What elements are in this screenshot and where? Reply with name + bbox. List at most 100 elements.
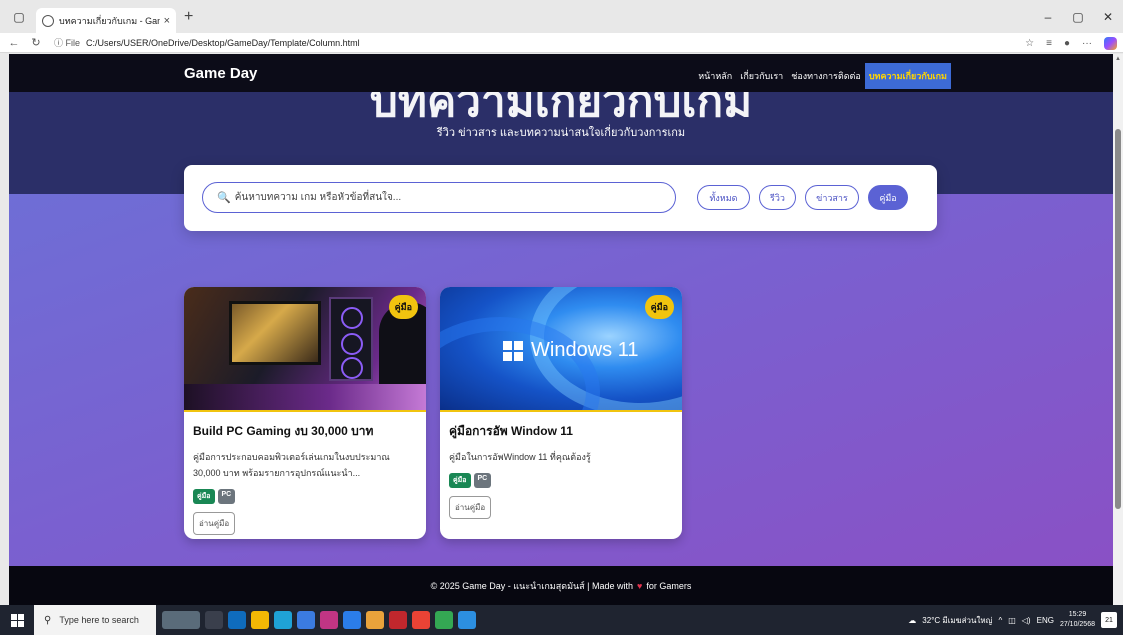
search-icon: 🔍 <box>217 192 231 204</box>
tag: คู่มือ <box>449 473 471 488</box>
window-controls: – ▢ ✕ <box>1033 0 1123 33</box>
start-button[interactable] <box>0 605 34 635</box>
restore-button[interactable]: ▢ <box>1063 10 1093 24</box>
chrome-icon[interactable] <box>435 611 453 629</box>
read-guide-button[interactable]: อ่านคู่มือ <box>449 496 492 519</box>
task-view-icon[interactable] <box>205 611 223 629</box>
favorite-star-icon[interactable]: ☆ <box>1025 38 1034 49</box>
app-icon[interactable] <box>366 611 384 629</box>
nav-link-home[interactable]: หน้าหลัก <box>694 65 736 87</box>
tag: PC <box>473 473 492 488</box>
site-footer: © 2025 Game Day - แนะนำเกมสุดมันส์ | Mad… <box>9 566 1113 605</box>
search-icon: ⚲ <box>44 614 52 626</box>
weather-icon[interactable]: ☁ <box>908 616 916 625</box>
card-tags: คู่มือ PC <box>193 489 417 504</box>
os-taskbar: ⚲ Type here to search ☁ 32°C มีเมฆส่วนให… <box>0 605 1123 635</box>
scrollbar-thumb[interactable] <box>1115 129 1121 509</box>
app-icon[interactable] <box>389 611 407 629</box>
filter-all[interactable]: ทั้งหมด <box>697 185 750 210</box>
refresh-icon[interactable]: ↻ <box>28 36 44 49</box>
widget-icon[interactable] <box>162 611 200 629</box>
filter-review[interactable]: รีวิว <box>759 185 796 210</box>
more-menu-icon[interactable]: ··· <box>1082 38 1092 49</box>
site-brand[interactable]: Game Day <box>184 65 257 82</box>
nav-link-contact[interactable]: ช่องทางการติดต่อ <box>787 65 865 87</box>
search-placeholder: ค้นหาบทความ เกม หรือหัวข้อที่สนใจ... <box>234 192 402 203</box>
tab-title: บทความเกี่ยวกับเกม - Game Day <box>59 15 160 26</box>
minimize-button[interactable]: – <box>1033 10 1063 24</box>
article-card[interactable]: คู่มือ Build PC Gaming งบ 30,000 บาท คู่… <box>184 287 426 539</box>
app-icon[interactable] <box>343 611 361 629</box>
search-input[interactable]: 🔍 ค้นหาบทความ เกม หรือหัวข้อที่สนใจ... <box>202 182 676 213</box>
read-guide-button[interactable]: อ่านคู่มือ <box>193 512 236 535</box>
nav-link-about[interactable]: เกี่ยวกับเรา <box>736 65 787 87</box>
vscode-icon[interactable] <box>458 611 476 629</box>
pc-gaming-image: คู่มือ <box>184 287 426 412</box>
nav-link-articles[interactable]: บทความเกี่ยวกับเกม <box>864 63 951 89</box>
tab-actions-icon[interactable]: ▢ <box>8 6 30 28</box>
instagram-icon[interactable] <box>320 611 338 629</box>
system-tray: ☁ 32°C มีเมฆส่วนใหญ่ ^ ◫ ◁) ENG 15:29 27… <box>908 605 1123 635</box>
time: 15:29 <box>1068 611 1087 618</box>
new-tab-button[interactable]: + <box>184 8 193 26</box>
edge-icon[interactable] <box>274 611 292 629</box>
nav-links: หน้าหลัก เกี่ยวกับเรา ช่องทางการติดต่อ บ… <box>694 63 951 89</box>
close-tab-icon[interactable]: × <box>164 15 170 27</box>
store-icon[interactable] <box>297 611 315 629</box>
file-explorer-icon[interactable] <box>251 611 269 629</box>
page-viewport: บทความเกี่ยวกับเกม รีวิว ข่าวสาร และบทคว… <box>9 54 1113 605</box>
address-bar: ← ↻ ⓘ File C:/Users/USER/OneDrive/Deskto… <box>0 33 1123 53</box>
card-description: คู่มือการประกอบคอมพิวเตอร์เล่นเกมในงบประ… <box>193 452 390 478</box>
card-title: คู่มือการอัพ Window 11 <box>449 424 573 438</box>
profile-icon[interactable]: ● <box>1064 38 1070 49</box>
taskbar-search-placeholder: Type here to search <box>59 615 139 625</box>
footer-text-end: for Gamers <box>646 580 692 591</box>
chrome-icon[interactable] <box>412 611 430 629</box>
page-scrollbar[interactable]: ▲ <box>1113 54 1123 605</box>
windows-logo-icon <box>503 340 523 361</box>
address-bar-actions: ☆ ≡ ● ··· <box>1025 33 1117 53</box>
url-field[interactable]: C:/Users/USER/OneDrive/Desktop/GameDay/T… <box>86 38 360 48</box>
category-badge: คู่มือ <box>388 295 418 319</box>
weather-text[interactable]: 32°C มีเมฆส่วนใหญ่ <box>922 614 992 627</box>
outlook-icon[interactable] <box>228 611 246 629</box>
volume-icon[interactable]: ◁) <box>1022 616 1031 625</box>
windows-11-image: Windows 11 คู่มือ <box>440 287 682 412</box>
tray-overflow-icon[interactable]: ^ <box>998 616 1002 625</box>
search-card: 🔍 ค้นหาบทความ เกม หรือหัวข้อที่สนใจ... ท… <box>184 165 937 231</box>
network-icon[interactable]: ◫ <box>1008 616 1016 625</box>
card-title: Build PC Gaming งบ 30,000 บาท <box>193 424 374 438</box>
notification-center-icon[interactable]: 21 <box>1101 612 1117 628</box>
scroll-up-icon[interactable]: ▲ <box>1115 56 1121 62</box>
favorites-list-icon[interactable]: ≡ <box>1046 38 1052 49</box>
filter-guide[interactable]: คู่มือ <box>868 185 908 210</box>
date: 27/10/2568 <box>1059 621 1095 628</box>
article-card[interactable]: Windows 11 คู่มือ คู่มือการอัพ Window 11… <box>440 287 682 539</box>
close-window-button[interactable]: ✕ <box>1093 10 1123 24</box>
filter-news[interactable]: ข่าวสาร <box>805 185 859 210</box>
taskbar-search[interactable]: ⚲ Type here to search <box>34 605 156 635</box>
browser-tab-bar: ▢ บทความเกี่ยวกับเกม - Game Day × + – ▢ … <box>0 0 1123 34</box>
footer-text: © 2025 Game Day - แนะนำเกมสุดมันส์ | Mad… <box>430 580 634 591</box>
card-tags: คู่มือ PC <box>449 473 673 488</box>
tag: PC <box>217 489 236 504</box>
windows-logo: Windows 11 <box>503 339 638 362</box>
taskbar-apps <box>162 611 476 629</box>
windows-logo-text: Windows 11 <box>531 339 639 361</box>
windows-start-icon <box>10 613 24 627</box>
back-arrow-icon[interactable]: ← <box>6 37 22 49</box>
filter-chips: ทั้งหมด รีวิว ข่าวสาร คู่มือ <box>697 185 908 210</box>
category-badge: คู่มือ <box>644 295 674 319</box>
globe-icon <box>42 14 54 27</box>
site-navbar: Game Day หน้าหลัก เกี่ยวกับเรา ช่องทางกา… <box>9 54 1113 92</box>
card-description: คู่มือในการอัพWindow 11 ที่คุณต้องรู้ <box>449 452 591 462</box>
language-indicator[interactable]: ENG <box>1037 616 1054 625</box>
tag: คู่มือ <box>193 489 215 504</box>
clock[interactable]: 15:29 27/10/2568 <box>1060 610 1095 630</box>
address-prefix: File <box>65 38 81 48</box>
copilot-icon[interactable] <box>1104 36 1117 50</box>
file-info-icon[interactable]: ⓘ File <box>54 36 80 49</box>
hero-subtitle: รีวิว ข่าวสาร และบทความน่าสนใจเกี่ยวกับว… <box>436 127 686 139</box>
browser-tab[interactable]: บทความเกี่ยวกับเกม - Game Day × <box>36 7 176 34</box>
heart-icon: ♥ <box>637 580 643 591</box>
